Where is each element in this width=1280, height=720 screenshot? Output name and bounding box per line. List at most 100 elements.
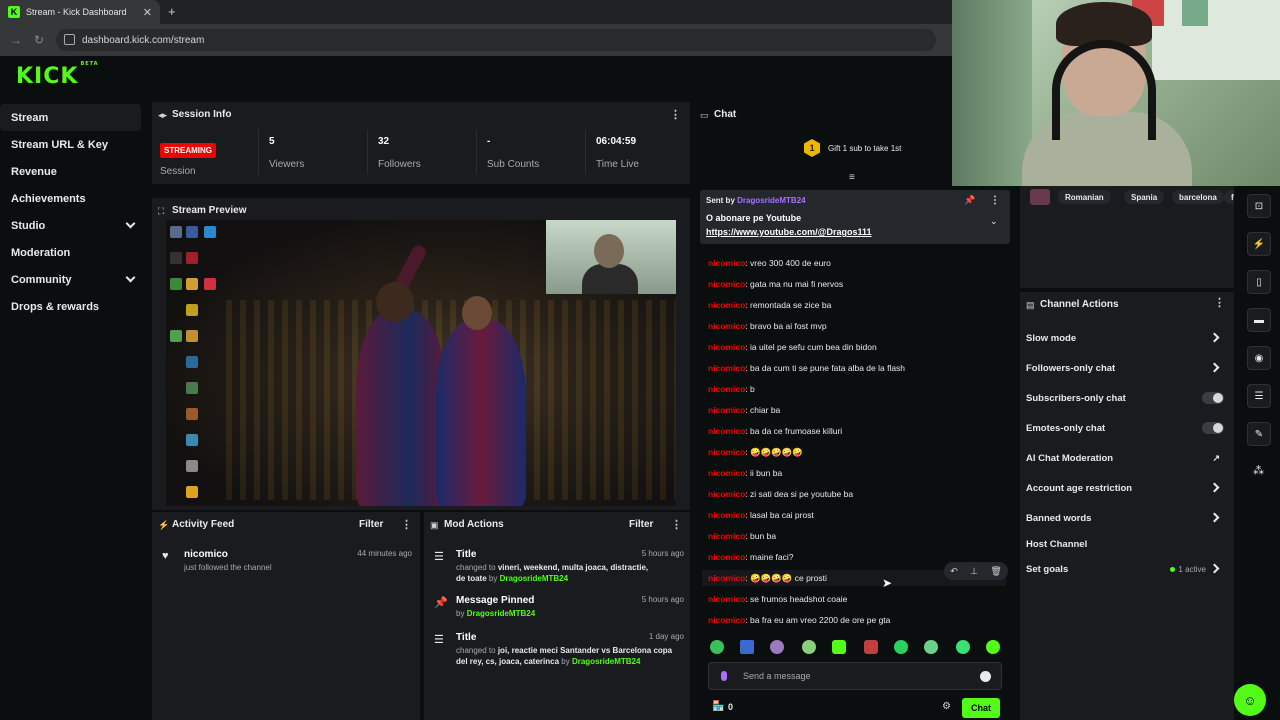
filter-button[interactable]: Filter <box>359 519 383 530</box>
chevron-down-icon[interactable]: ⌄ <box>990 216 998 227</box>
chat-message[interactable]: nicomico: lasal ba cai prost <box>708 510 814 520</box>
chat-username[interactable]: nicomico <box>708 447 745 457</box>
mod-action-user[interactable]: DragosrideMTB24 <box>500 574 568 583</box>
store-icon[interactable]: 🏪 <box>712 701 724 712</box>
close-tab-icon[interactable]: ✕ <box>143 6 152 19</box>
chat-message[interactable]: nicomico: ii bun ba <box>708 468 782 478</box>
emote-icon[interactable] <box>770 640 784 654</box>
chat-message[interactable]: nicomico: ba fra eu am vreo 2200 de ore … <box>708 615 890 625</box>
chat-username[interactable]: nicomico <box>708 426 745 436</box>
slow-mode-row[interactable]: Slow mode <box>1026 332 1226 344</box>
chat-username[interactable]: nicomico <box>708 510 745 520</box>
sidebar-item-studio[interactable]: Studio <box>0 212 148 239</box>
document-icon[interactable]: ▯ <box>1247 270 1271 294</box>
chat-username[interactable]: nicomico <box>708 615 745 625</box>
chat-message[interactable]: nicomico: bravo ba ai fost mvp <box>708 321 827 331</box>
filter-button[interactable]: Filter <box>629 519 653 530</box>
more-options-icon[interactable]: ⋮ <box>401 518 412 531</box>
chat-username[interactable]: nicomico <box>708 258 745 268</box>
chat-username[interactable]: nicomico <box>708 405 745 415</box>
sidebar-item-stream[interactable]: Stream <box>0 104 141 131</box>
broadcast-icon[interactable]: ◉ <box>1247 346 1271 370</box>
emote-icon[interactable] <box>802 640 816 654</box>
chat-message[interactable]: nicomico: zi sati dea si pe youtube ba <box>708 489 853 499</box>
settings-icon[interactable]: ⚙ <box>942 701 951 712</box>
sidebar-item-community[interactable]: Community <box>0 266 148 293</box>
site-info-icon[interactable] <box>64 34 75 45</box>
sidebar-item-drops-rewards[interactable]: Drops & rewards <box>0 293 148 320</box>
forward-icon[interactable]: → <box>10 33 22 47</box>
emote-icon[interactable] <box>710 640 724 654</box>
banned-words-row[interactable]: Banned words <box>1026 512 1226 524</box>
lightning-icon[interactable]: ⚡ <box>1247 232 1271 256</box>
reply-icon[interactable]: ↶ <box>950 566 958 577</box>
tag-pill[interactable]: Romanian <box>1058 190 1111 204</box>
mod-action-user[interactable]: DragosrideMTB24 <box>467 609 535 618</box>
reload-icon[interactable]: ↻ <box>34 33 44 47</box>
ai-moderation-row[interactable]: AI Chat Moderation ↗ <box>1026 453 1226 464</box>
chat-username[interactable]: nicomico <box>708 300 745 310</box>
sidebar-item-moderation[interactable]: Moderation <box>0 239 148 266</box>
account-age-row[interactable]: Account age restriction <box>1026 482 1226 494</box>
pin-icon[interactable]: 📌 <box>964 195 975 206</box>
emoji-picker-icon[interactable] <box>980 671 991 682</box>
pinned-user[interactable]: DragosrideMTB24 <box>737 196 805 205</box>
gift-sub-leaderboard[interactable]: 1 Gift 1 sub to take 1st <box>804 139 901 157</box>
chat-username[interactable]: nicomico <box>708 489 745 499</box>
tag-pill[interactable]: barcelona <box>1172 190 1224 204</box>
subscribers-only-toggle[interactable] <box>1202 392 1224 404</box>
sidebar-item-stream-url-key[interactable]: Stream URL & Key <box>0 131 148 158</box>
followers-only-row[interactable]: Followers-only chat <box>1026 362 1226 374</box>
chat-message[interactable]: nicomico: bun ba <box>708 531 776 541</box>
chat-username[interactable]: nicomico <box>708 321 745 331</box>
emote-icon[interactable] <box>864 640 878 654</box>
chat-message[interactable]: nicomico: ba da cum ti se pune fata alba… <box>708 363 905 373</box>
pin-message-icon[interactable]: ⊥ <box>970 566 978 577</box>
chat-message[interactable]: nicomico: ia uitel pe sefu cum bea din b… <box>708 342 877 352</box>
chat-input[interactable]: Send a message <box>708 662 1002 690</box>
kick-logo[interactable]: KICKBETA <box>16 61 99 89</box>
help-chat-button[interactable]: ☺ <box>1234 684 1266 716</box>
more-options-icon[interactable]: ⋮ <box>1214 296 1225 309</box>
chat-message[interactable]: nicomico: se frumos headshot coaie <box>708 594 847 604</box>
delete-icon[interactable]: 🗑 <box>990 566 1001 577</box>
more-options-icon[interactable]: ⋮ <box>990 195 1000 206</box>
emote-icon[interactable] <box>832 640 846 654</box>
chat-username[interactable]: nicomico <box>708 384 745 394</box>
chat-username[interactable]: nicomico <box>708 363 745 373</box>
send-chat-button[interactable]: Chat <box>962 698 1000 718</box>
chat-message[interactable]: nicomico: maine faci? <box>708 552 794 562</box>
chat-username[interactable]: nicomico <box>708 552 745 562</box>
chat-message[interactable]: nicomico: 🤪🤪🤪🤪 ce prosti <box>708 573 827 584</box>
chat-username[interactable]: nicomico <box>708 342 745 352</box>
emotes-only-toggle[interactable] <box>1202 422 1224 434</box>
chat-username[interactable]: nicomico <box>708 573 745 583</box>
sidebar-item-revenue[interactable]: Revenue <box>0 158 148 185</box>
emote-icon[interactable] <box>894 640 908 654</box>
chat-username[interactable]: nicomico <box>708 468 745 478</box>
chat-bubble-icon[interactable]: ▬ <box>1247 308 1271 332</box>
browser-tab[interactable]: K Stream - Kick Dashboard ✕ <box>0 0 160 24</box>
category-thumbnail[interactable] <box>1030 189 1050 205</box>
mod-action-user[interactable]: DragosrideMTB24 <box>572 657 640 666</box>
host-channel-row[interactable]: Host Channel <box>1026 539 1226 550</box>
expand-icon[interactable]: ≡ <box>849 172 855 183</box>
more-options-icon[interactable]: ⋮ <box>671 518 682 531</box>
sidebar-item-achievements[interactable]: Achievements <box>0 185 148 212</box>
tag-pill[interactable]: fo <box>1224 190 1234 204</box>
chat-message[interactable]: nicomico: gata ma nu mai fi nervos <box>708 279 843 289</box>
tag-pill[interactable]: Spania <box>1124 190 1165 204</box>
chat-message[interactable]: nicomico: ba da ce frumoase killuri <box>708 426 842 436</box>
clip-icon[interactable]: ⊡ <box>1247 194 1271 218</box>
set-goals-row[interactable]: Set goals 1 active <box>1026 563 1226 575</box>
new-tab-icon[interactable]: + <box>168 4 176 19</box>
chat-message[interactable]: nicomico: b <box>708 384 755 394</box>
chat-username[interactable]: nicomico <box>708 279 745 289</box>
emote-icon[interactable] <box>986 640 1000 654</box>
microphone-icon[interactable] <box>721 671 727 681</box>
chat-message[interactable]: nicomico: vreo 300 400 de euro <box>708 258 831 268</box>
address-bar[interactable]: dashboard.kick.com/stream <box>56 29 936 51</box>
emote-icon[interactable] <box>924 640 938 654</box>
pinned-link[interactable]: https://www.youtube.com/@Dragos111 <box>706 227 871 237</box>
chat-username[interactable]: nicomico <box>708 531 745 541</box>
